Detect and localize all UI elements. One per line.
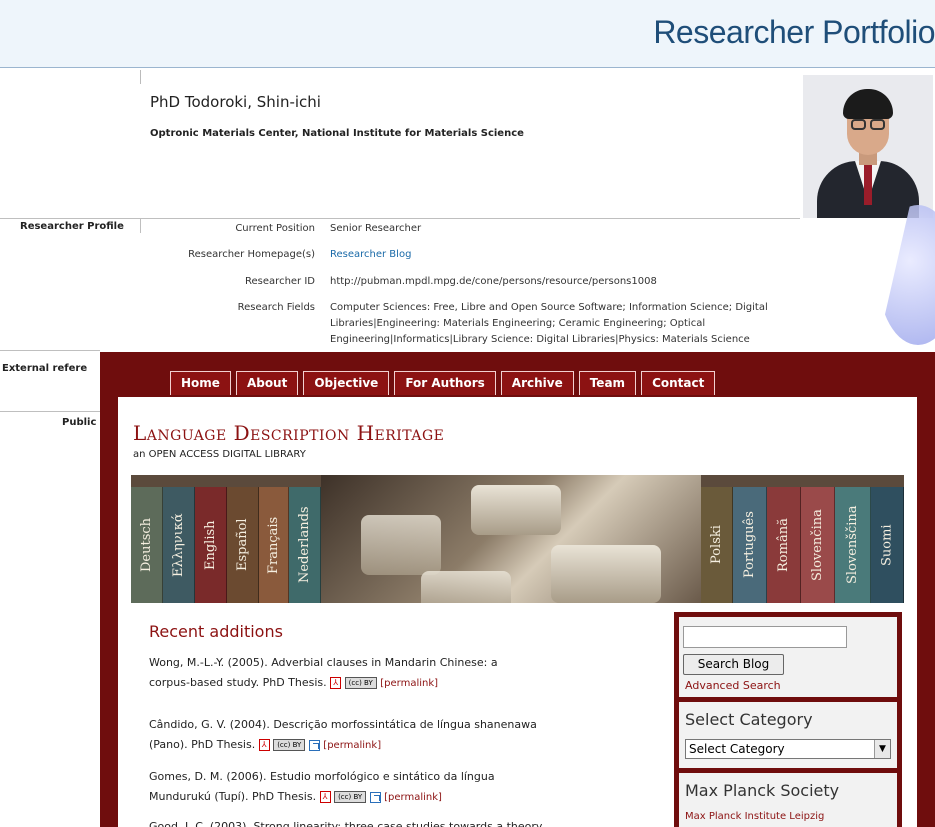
cc-by-icon[interactable]: (cc) BY <box>334 791 367 803</box>
pdf-icon[interactable]: ⅄ <box>319 791 331 803</box>
portfolio-title: Researcher Portfolio <box>653 14 935 50</box>
entry-line-1: Cândido, G. V. (2004). Descrição morfoss… <box>149 718 537 731</box>
list-item: Good, J. C. (2003). Strong linearity: th… <box>149 817 669 827</box>
list-item: Wong, M.-L.-Y. (2005). Adverbial clauses… <box>149 653 669 694</box>
portfolio-header: Researcher Portfolio <box>0 0 935 68</box>
keyboard-keys-image <box>321 475 701 603</box>
nav-contact[interactable]: Contact <box>641 371 716 395</box>
category-select[interactable]: Select Category ▼ <box>685 739 891 759</box>
entry-line-2: Mundurukú (Tupí). PhD Thesis. <box>149 790 317 803</box>
entry-line-1: Wong, M.-L.-Y. (2005). Adverbial clauses… <box>149 656 498 669</box>
pdf-icon[interactable]: ⅄ <box>258 739 270 751</box>
row-label-researcher-id: Researcher ID <box>245 276 315 287</box>
category-select-value: Select Category <box>689 742 785 756</box>
advanced-search-link[interactable]: Advanced Search <box>685 679 781 692</box>
section-external-references: External refere <box>2 363 88 374</box>
book-left-4: Español <box>227 487 259 603</box>
book-right-2: Português <box>733 487 767 603</box>
book-right-5: Slovenščina <box>835 487 871 603</box>
section-publications: Public <box>62 417 97 428</box>
entry-line-1: Gomes, D. M. (2006). Estudio morfológico… <box>149 770 495 783</box>
category-widget-title: Select Category <box>685 710 813 729</box>
permalink-link[interactable]: [permalink] <box>380 678 438 689</box>
entry-line-1: Good, J. C. (2003). Strong linearity: th… <box>149 820 543 827</box>
book-left-5: Français <box>259 487 289 603</box>
ldh-nav: Home About Objective For Authors Archive… <box>170 371 716 395</box>
external-link-icon[interactable] <box>369 791 381 803</box>
nav-objective[interactable]: Objective <box>303 371 390 395</box>
nav-home[interactable]: Home <box>170 371 231 395</box>
external-divider <box>0 350 100 351</box>
search-input[interactable] <box>683 626 847 648</box>
ldh-site-subtitle: an OPEN ACCESS DIGITAL LIBRARY <box>133 449 306 460</box>
search-blog-button[interactable]: Search Blog <box>683 654 784 675</box>
book-right-6: Suomi <box>871 487 904 603</box>
nav-team[interactable]: Team <box>578 371 637 395</box>
row-label-current-position: Current Position <box>235 223 315 234</box>
row-value-research-fields: Computer Sciences: Free, Libre and Open … <box>330 302 768 345</box>
cc-by-icon[interactable]: (cc) BY <box>344 677 377 689</box>
permalink-link[interactable]: [permalink] <box>384 792 442 803</box>
section-researcher-profile: Researcher Profile <box>20 221 124 232</box>
book-right-1: Polski <box>701 487 733 603</box>
book-left-3: English <box>195 487 227 603</box>
nav-archive[interactable]: Archive <box>500 371 574 395</box>
book-right-4: Slovenčina <box>801 487 835 603</box>
row-value-researcher-id: http://pubman.mpdl.mpg.de/cone/persons/r… <box>330 276 657 287</box>
nav-about[interactable]: About <box>235 371 299 395</box>
ldh-window: Home About Objective For Authors Archive… <box>100 352 935 827</box>
permalink-link[interactable]: [permalink] <box>323 740 381 751</box>
pdf-icon[interactable]: ⅄ <box>330 677 342 689</box>
researcher-blog-link[interactable]: Researcher Blog <box>330 247 411 263</box>
entry-line-2: corpus-based study. PhD Thesis. <box>149 676 327 689</box>
ldh-banner-image: Deutsch Ελληνικά English Español Françai… <box>131 475 904 603</box>
researcher-name: PhD Todoroki, Shin-ichi <box>150 93 321 111</box>
row-value-current-position: Senior Researcher <box>330 223 422 234</box>
publications-divider <box>0 411 100 412</box>
researcher-photo <box>803 75 933 218</box>
mps-widget: Max Planck Society Max Planck Institute … <box>679 773 897 827</box>
researcher-affiliation: Optronic Materials Center, National Inst… <box>150 128 524 139</box>
search-widget: Search Blog Advanced Search <box>679 617 897 697</box>
category-widget: Select Category Select Category ▼ <box>679 702 897 768</box>
ldh-site-title[interactable]: Language Description Heritage <box>133 421 444 445</box>
row-label-research-fields: Research Fields <box>237 302 315 313</box>
decorative-swoosh <box>878 205 935 345</box>
external-link-icon[interactable] <box>308 739 320 751</box>
list-item: Cândido, G. V. (2004). Descrição morfoss… <box>149 715 669 756</box>
book-left-6: Nederlands <box>289 487 321 603</box>
entry-line-2: (Pano). PhD Thesis. <box>149 738 256 751</box>
row-label-homepage: Researcher Homepage(s) <box>188 249 315 260</box>
list-item: Gomes, D. M. (2006). Estudio morfológico… <box>149 767 669 808</box>
cc-by-icon[interactable]: (cc) BY <box>273 739 306 751</box>
nav-for-authors[interactable]: For Authors <box>394 371 496 395</box>
ldh-main-panel: Language Description Heritage an OPEN AC… <box>118 397 917 827</box>
book-left-2: Ελληνικά <box>163 487 195 603</box>
header-divider <box>140 70 141 84</box>
chevron-down-icon[interactable]: ▼ <box>874 740 890 758</box>
ldh-sidebar: Search Blog Advanced Search Select Categ… <box>674 612 902 827</box>
mps-leipzig-link[interactable]: Max Planck Institute Leipzig <box>685 811 824 822</box>
book-left-1: Deutsch <box>131 487 163 603</box>
book-right-3: Română <box>767 487 801 603</box>
recent-additions-heading: Recent additions <box>149 622 283 641</box>
mps-widget-title: Max Planck Society <box>685 781 840 800</box>
